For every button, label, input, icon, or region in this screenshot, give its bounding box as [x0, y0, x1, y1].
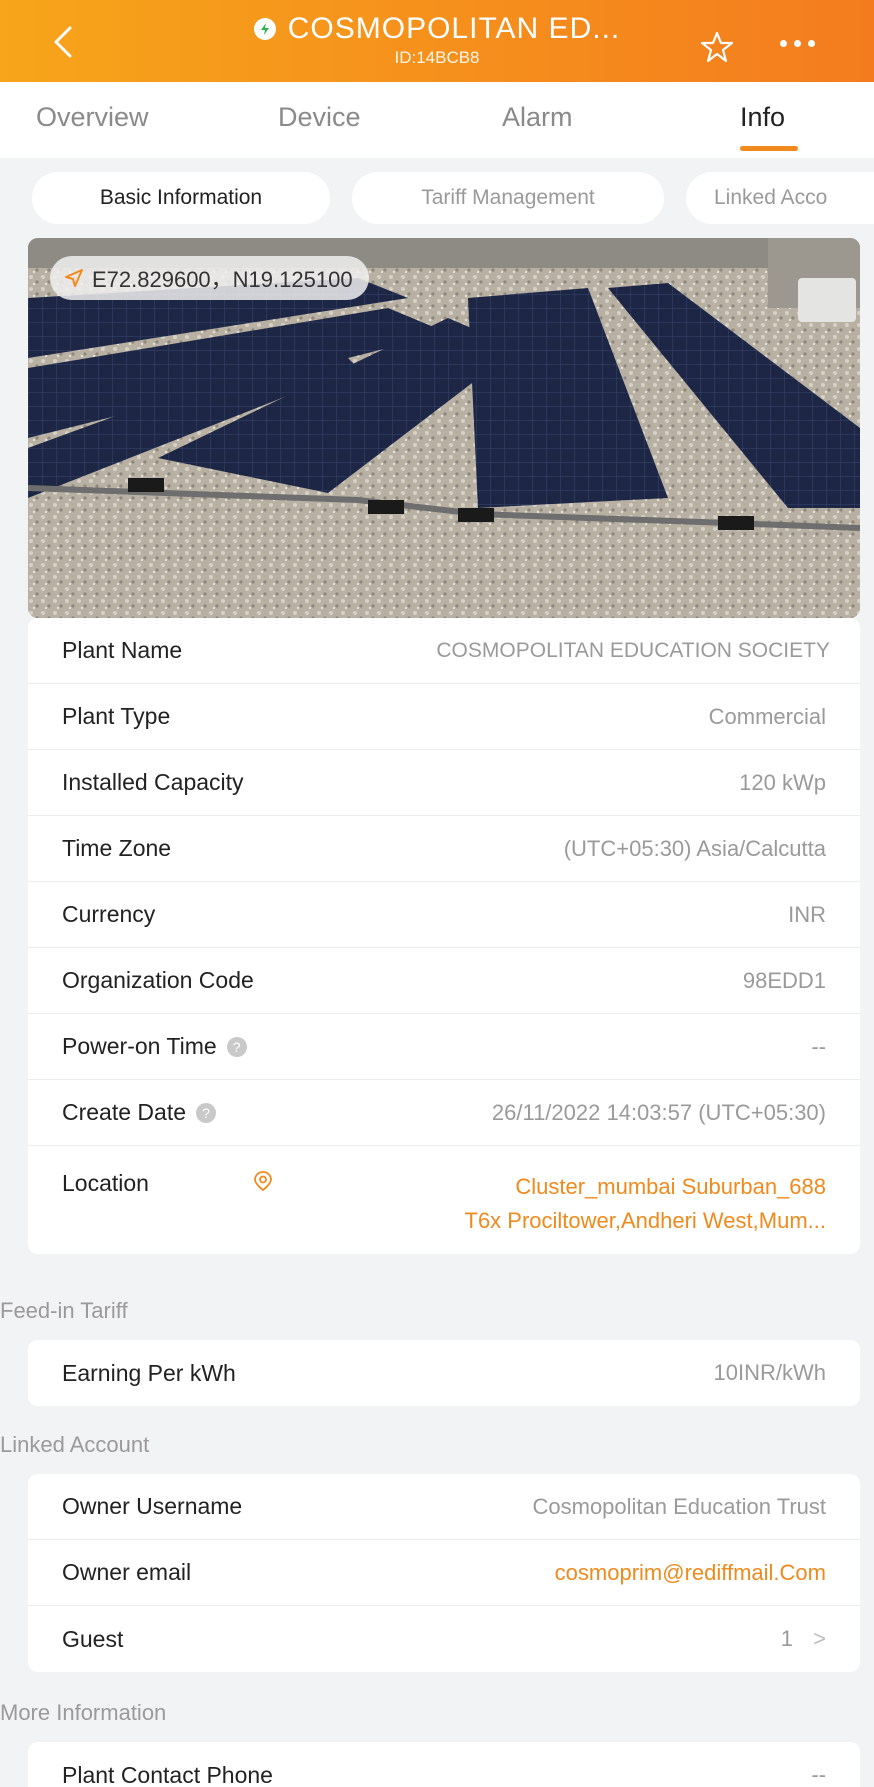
power-on-time-row: Power-on Time ? -- [28, 1014, 860, 1080]
time-zone-value: (UTC+05:30) Asia/Calcutta [563, 835, 826, 861]
tab-alarm[interactable]: Alarm [502, 102, 573, 133]
plant-contact-phone-value: -- [811, 1762, 826, 1787]
plant-type-row: Plant Type Commercial [28, 684, 860, 750]
plant-contact-phone-label: Plant Contact Phone [62, 1761, 273, 1787]
power-on-time-label: Power-on Time [62, 1033, 217, 1059]
plant-type-label: Plant Type [62, 703, 171, 729]
plant-photo: E72.829600，N19.125100 [28, 238, 860, 618]
subtab-basic-information[interactable]: Basic Information [32, 172, 330, 224]
plant-contact-phone-row: Plant Contact Phone -- [28, 1742, 860, 1787]
installed-capacity-row: Installed Capacity 120 kWp [28, 750, 860, 816]
chevron-right-icon: > [813, 1626, 826, 1651]
help-icon[interactable]: ? [226, 1036, 247, 1057]
plant-name-value: COSMOPOLITAN EDUCATION SOCIETY [436, 638, 830, 662]
tab-device[interactable]: Device [278, 102, 361, 133]
linked-account-section-title: Linked Account [0, 1432, 150, 1457]
installed-capacity-value: 120 kWp [739, 769, 826, 795]
tab-overview[interactable]: Overview [36, 102, 149, 133]
location-line-1: Cluster_mumbai Suburban_688 [515, 1174, 826, 1199]
active-tab-indicator [740, 146, 798, 151]
more-information-section-title: More Information [0, 1700, 167, 1725]
power-on-time-value: -- [811, 1033, 826, 1059]
location-line-2: T6x Prociltower,Andheri West,Mum... [464, 1208, 827, 1233]
earning-per-kwh-row: Earning Per kWh 10INR/kWh [28, 1340, 860, 1406]
location-pin-icon [254, 1171, 272, 1192]
currency-value: INR [788, 901, 826, 927]
top-app-bar: COSMOPOLITAN ED... ID:14BCB8 [0, 0, 874, 82]
plant-title: COSMOPOLITAN ED... [287, 12, 621, 45]
currency-row: Currency INR [28, 882, 860, 948]
owner-email-label: Owner email [62, 1559, 192, 1585]
feed-in-tariff-card: Earning Per kWh 10INR/kWh [28, 1340, 860, 1406]
subtab-linked-account[interactable]: Linked Acco [686, 172, 874, 224]
subtab-tariff-management[interactable]: Tariff Management [352, 172, 664, 224]
location-label: Location [62, 1170, 149, 1196]
guest-label: Guest [62, 1625, 124, 1652]
coordinates-text: E72.829600，N19.125100 [92, 267, 353, 292]
create-date-row: Create Date ? 26/11/2022 14:03:57 (UTC+0… [28, 1080, 860, 1146]
plant-name-row: Plant Name COSMOPOLITAN EDUCATION SOCIET… [28, 618, 860, 684]
tab-info[interactable]: Info [740, 102, 785, 133]
coordinates-badge: E72.829600，N19.125100 [50, 256, 369, 300]
plant-id: ID:14BCB8 [394, 48, 480, 67]
organization-code-row: Organization Code 98EDD1 [28, 948, 860, 1014]
more-dots-icon[interactable] [780, 40, 815, 47]
create-date-label: Create Date [62, 1099, 187, 1125]
linked-account-card: Owner Username Cosmopolitan Education Tr… [28, 1474, 860, 1672]
earning-per-kwh-label: Earning Per kWh [62, 1359, 236, 1386]
owner-email-value[interactable]: cosmoprim@rediffmail.Com [555, 1560, 826, 1586]
location-value: Cluster_mumbai Suburban_688 T6x Procilto… [465, 1170, 827, 1238]
basic-information-card: Plant Name COSMOPOLITAN EDUCATION SOCIET… [28, 618, 860, 1254]
organization-code-value: 98EDD1 [742, 967, 826, 993]
organization-code-label: Organization Code [62, 967, 254, 993]
header-title-group: COSMOPOLITAN ED... ID:14BCB8 [0, 12, 874, 68]
create-date-value: 26/11/2022 14:03:57 (UTC+05:30) [491, 1099, 826, 1125]
subtab-bar: Basic Information Tariff Management Link… [0, 158, 874, 238]
earning-per-kwh-value: 10INR/kWh [713, 1360, 826, 1385]
owner-email-row: Owner email cosmoprim@rediffmail.Com [28, 1540, 860, 1606]
plant-type-value: Commercial [708, 703, 826, 729]
owner-username-value: Cosmopolitan Education Trust [532, 1493, 827, 1519]
star-icon[interactable] [700, 30, 734, 64]
more-information-card: Plant Contact Phone -- [28, 1742, 860, 1787]
tab-bar: Overview Device Alarm Info [0, 82, 874, 158]
time-zone-row: Time Zone (UTC+05:30) Asia/Calcutta [28, 816, 860, 882]
guest-row[interactable]: Guest 1 > [28, 1606, 860, 1672]
owner-username-row: Owner Username Cosmopolitan Education Tr… [28, 1474, 860, 1540]
time-zone-label: Time Zone [62, 835, 172, 861]
location-row[interactable]: Location Cluster_mumbai Suburban_688 T6x… [28, 1146, 860, 1254]
currency-label: Currency [62, 901, 156, 927]
online-status-icon [253, 18, 276, 40]
installed-capacity-label: Installed Capacity [62, 769, 244, 795]
navigation-arrow-icon [65, 269, 83, 287]
guest-count: 1 [780, 1626, 794, 1651]
owner-username-label: Owner Username [62, 1493, 243, 1519]
plant-name-label: Plant Name [62, 637, 183, 663]
help-icon[interactable]: ? [196, 1102, 217, 1123]
feed-in-tariff-section-title: Feed-in Tariff [0, 1298, 128, 1323]
